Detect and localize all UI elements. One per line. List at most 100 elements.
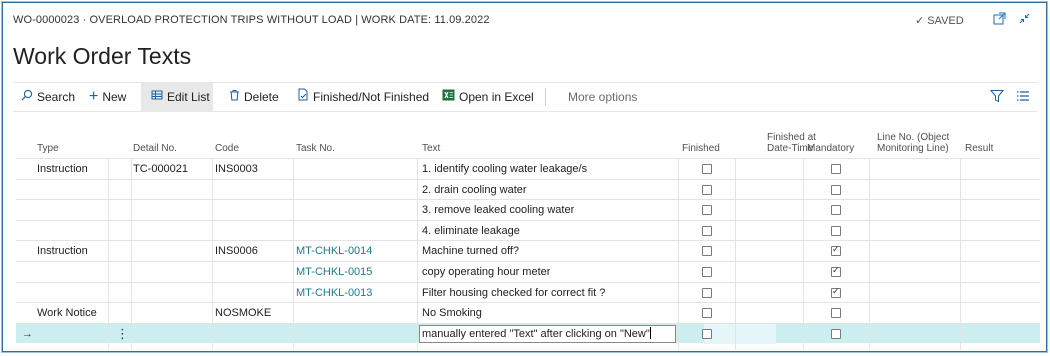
new-button[interactable]: + New — [89, 83, 126, 111]
table-row[interactable]: MT-CHKL-0013 Filter housing checked for c… — [16, 281, 1040, 303]
task-no-link[interactable]: MT-CHKL-0015 — [296, 262, 372, 282]
text-cell: No Smoking — [422, 307, 482, 320]
text-cell: Filter housing checked for correct fit ? — [422, 286, 606, 299]
plus-icon: + — [89, 88, 99, 105]
finished-checkbox[interactable] — [702, 267, 712, 277]
document-check-icon — [297, 83, 309, 111]
table-row[interactable]: Work Notice NOSMOKE No Smoking — [16, 302, 1040, 323]
finished-checkbox[interactable] — [702, 164, 712, 174]
finished-checkbox[interactable] — [702, 328, 712, 339]
column-divider — [293, 158, 294, 350]
record-caption: WO-0000023 · OVERLOAD PROTECTION TRIPS W… — [13, 14, 490, 26]
row-actions-icon[interactable]: ⋮ — [116, 324, 129, 344]
mandatory-checkbox[interactable] — [831, 164, 841, 174]
table-row[interactable]: MT-CHKL-0015 copy operating hour meter — [16, 261, 1040, 282]
checkmark-icon: ✓ — [915, 15, 925, 27]
toolbar-divider — [545, 88, 546, 106]
search-icon — [21, 83, 33, 111]
finished-checkbox[interactable] — [702, 184, 712, 195]
finished-toggle-label: Finished/Not Finished — [313, 90, 430, 104]
task-no-link[interactable]: MT-CHKL-0013 — [296, 283, 372, 303]
top-bar: WO-0000023 · OVERLOAD PROTECTION TRIPS W… — [3, 3, 1046, 37]
type-cell: Work Notice — [37, 307, 97, 320]
list-view-icon[interactable] — [1016, 89, 1030, 106]
saved-status: ✓ SAVED — [915, 14, 964, 27]
table-row[interactable]: Instruction TC-000021 INS0003 1. identify c… — [16, 158, 1040, 179]
code-cell: INS0003 — [215, 163, 258, 175]
column-header-line-no[interactable]: Line No. (Object Monitoring Line) — [877, 120, 963, 158]
edit-list-button[interactable]: Edit List — [141, 83, 213, 111]
mandatory-checkbox[interactable] — [831, 265, 841, 277]
text-cell: copy operating hour meter — [422, 266, 551, 278]
search-label: Search — [37, 90, 76, 104]
text-cell: Machine turned off? — [422, 245, 520, 258]
text-cell: 1. identify cooling water leakage/s — [422, 163, 588, 175]
column-header-code[interactable]: Code — [215, 120, 295, 158]
column-header-task-no[interactable]: Task No. — [296, 120, 416, 158]
finished-checkbox[interactable] — [702, 225, 712, 236]
table-row[interactable]: Instruction INS0006 MT-CHKL-0014 Machine tu… — [16, 240, 1040, 261]
column-divider — [735, 158, 736, 350]
text-cell: 3. remove leaked cooling water — [422, 204, 575, 217]
column-header-mandatory[interactable]: Mandatory — [807, 120, 871, 158]
delete-button[interactable]: Delete — [229, 83, 279, 111]
finished-checkbox[interactable] — [702, 308, 712, 319]
filter-icon[interactable] — [989, 89, 1005, 106]
type-cell: Instruction — [37, 163, 88, 175]
finished-cell-focus — [704, 323, 776, 344]
text-cell: 2. drain cooling water — [422, 183, 527, 196]
page-title: Work Order Texts — [13, 43, 192, 69]
page-frame: WO-0000023 · OVERLOAD PROTECTION TRIPS W… — [2, 2, 1047, 352]
code-cell: INS0006 — [215, 245, 258, 258]
mandatory-checkbox[interactable] — [831, 244, 841, 257]
open-in-excel-label: Open in Excel — [459, 90, 534, 104]
text-caret — [649, 326, 651, 339]
column-header-text[interactable]: Text — [422, 120, 682, 158]
mandatory-checkbox[interactable] — [831, 328, 841, 339]
column-divider — [131, 158, 132, 350]
detail-no-cell: TC-000021 — [133, 163, 189, 175]
table-row[interactable]: 3. remove leaked cooling water — [16, 199, 1040, 220]
search-button[interactable]: Search — [21, 83, 75, 111]
column-header-detail-no[interactable]: Detail No. — [133, 120, 213, 158]
collapse-icon[interactable] — [1017, 12, 1031, 26]
column-divider — [417, 158, 418, 350]
finished-checkbox[interactable] — [702, 287, 712, 298]
new-table-row[interactable]: → ⋮ manually entered "Text" after clicking… — [16, 322, 1040, 344]
mandatory-checkbox[interactable] — [831, 205, 841, 216]
column-divider — [869, 158, 870, 350]
mandatory-checkbox[interactable] — [831, 184, 841, 195]
mandatory-checkbox[interactable] — [831, 308, 841, 319]
mandatory-checkbox[interactable] — [831, 225, 841, 236]
column-divider — [803, 158, 804, 350]
excel-icon — [442, 83, 455, 111]
column-divider — [678, 158, 679, 350]
column-divider — [108, 158, 109, 350]
delete-label: Delete — [244, 90, 279, 104]
open-in-excel-button[interactable]: Open in Excel — [442, 83, 534, 111]
column-header-type[interactable]: Type — [37, 120, 127, 158]
column-header-result[interactable]: Result — [965, 120, 1025, 158]
finished-checkbox[interactable] — [702, 205, 712, 216]
table-row[interactable]: 4. eliminate leakage — [16, 219, 1040, 241]
trash-icon — [229, 83, 240, 111]
text-cell: 4. eliminate leakage — [422, 224, 520, 237]
code-cell: NOSMOKE — [215, 307, 272, 320]
text-input[interactable]: manually entered "Text" after clicking o… — [419, 324, 676, 343]
column-header-finished[interactable]: Finished — [682, 120, 742, 158]
task-no-link[interactable]: MT-CHKL-0014 — [296, 241, 372, 261]
column-divider — [960, 158, 961, 350]
type-cell: Instruction — [37, 245, 88, 258]
finished-checkbox[interactable] — [702, 246, 712, 257]
text-input-value: manually entered "Text" after clicking o… — [422, 327, 650, 340]
table-row[interactable]: 2. drain cooling water — [16, 178, 1040, 200]
open-new-window-icon[interactable] — [992, 12, 1006, 26]
new-label: New — [102, 90, 127, 104]
finished-toggle-button[interactable]: Finished/Not Finished — [297, 83, 429, 111]
saved-label: SAVED — [927, 15, 964, 27]
action-bar: Search + New Edit List Delete Finished/No… — [13, 82, 1037, 112]
row-indicator-arrow-icon: → — [22, 327, 33, 340]
column-divider — [212, 158, 213, 350]
mandatory-checkbox[interactable] — [831, 286, 841, 298]
more-options-button[interactable]: More options — [568, 83, 637, 111]
